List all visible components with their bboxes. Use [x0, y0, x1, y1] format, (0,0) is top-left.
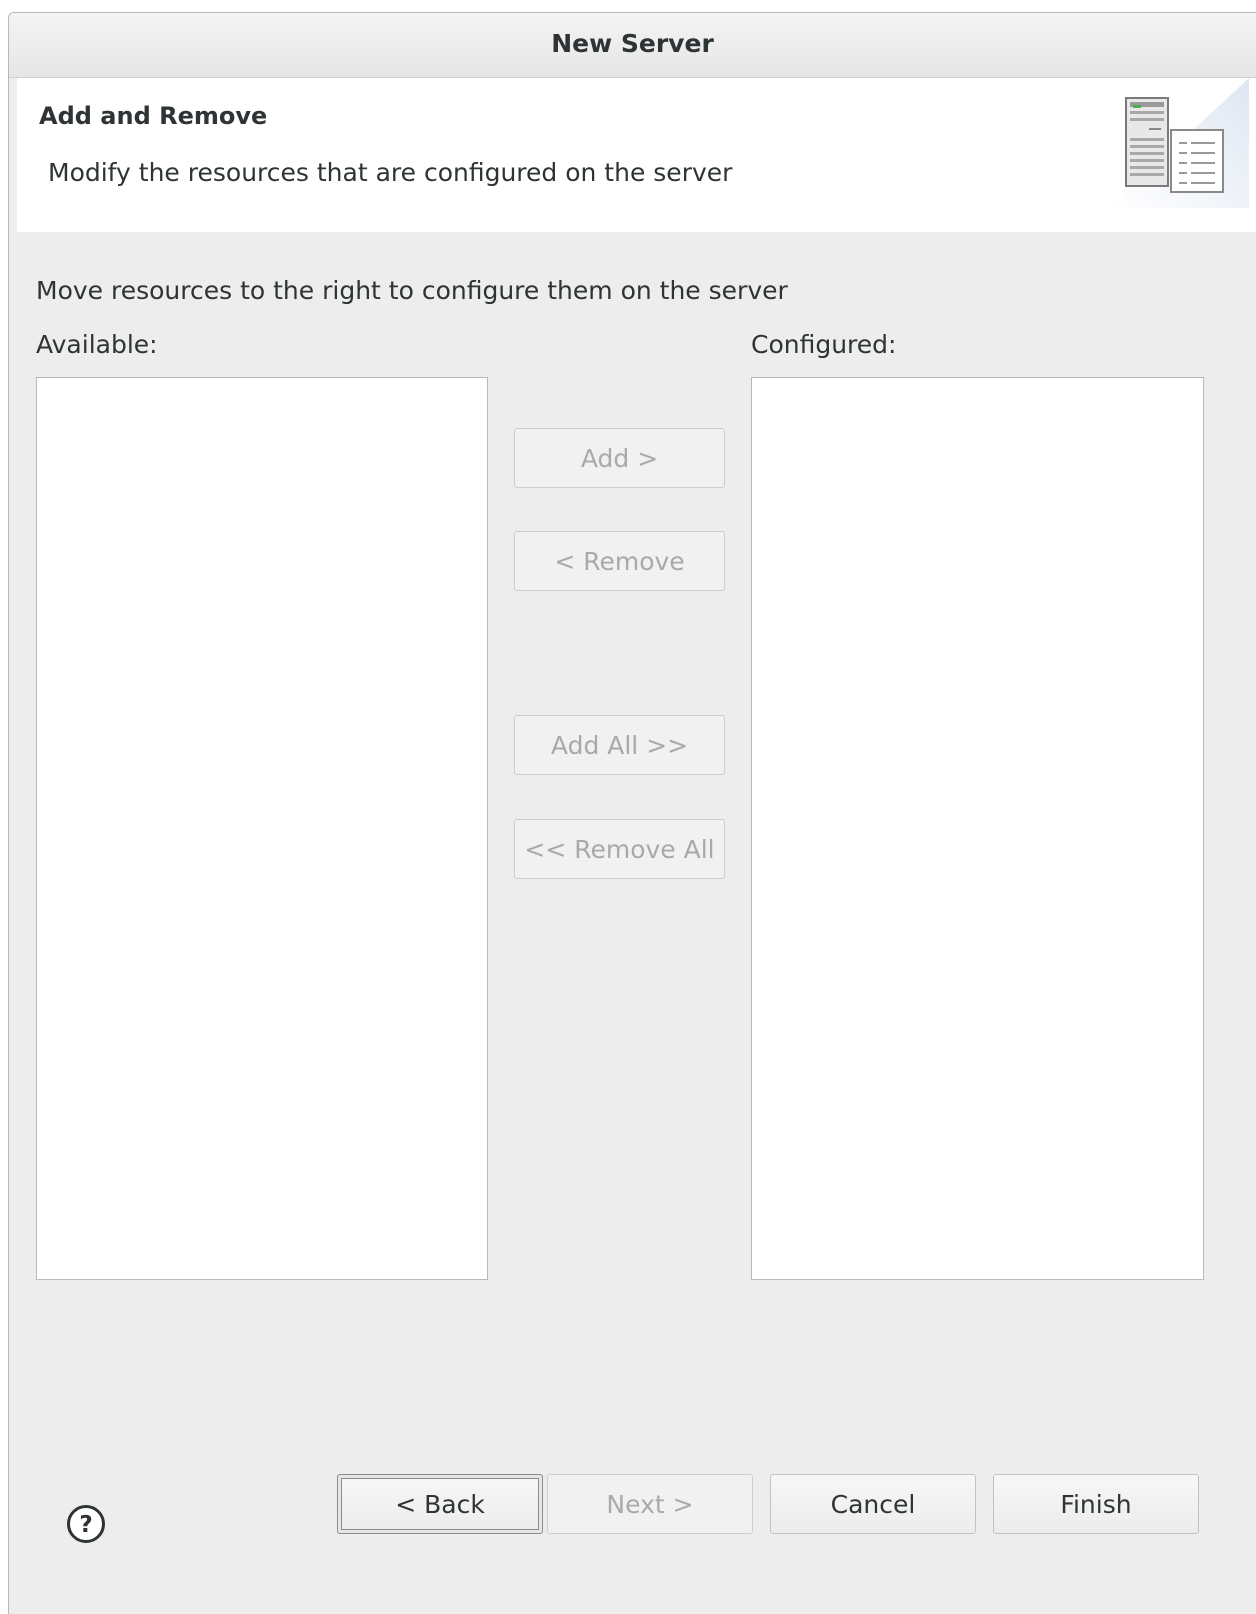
add-button[interactable]: Add >: [514, 428, 725, 488]
available-list[interactable]: [36, 377, 488, 1280]
add-all-button[interactable]: Add All >>: [514, 715, 725, 775]
configured-list[interactable]: [751, 377, 1204, 1280]
new-server-dialog: New Server Add and Remove Modify the res…: [8, 12, 1256, 1614]
server-icon: [1109, 78, 1249, 208]
remove-button[interactable]: < Remove: [514, 531, 725, 591]
finish-button[interactable]: Finish: [993, 1474, 1199, 1534]
window-title: New Server: [9, 13, 1256, 78]
wizard-banner: Add and Remove Modify the resources that…: [17, 78, 1256, 232]
svg-text:?: ?: [79, 1512, 92, 1538]
help-icon[interactable]: ?: [66, 1504, 106, 1544]
configured-label: Configured:: [751, 330, 897, 359]
instruction-text: Move resources to the right to configure…: [36, 276, 788, 305]
cancel-button[interactable]: Cancel: [770, 1474, 976, 1534]
page-description: Modify the resources that are configured…: [48, 158, 733, 187]
available-label: Available:: [36, 330, 158, 359]
next-button[interactable]: Next >: [547, 1474, 753, 1534]
back-button[interactable]: < Back: [337, 1474, 543, 1534]
remove-all-button[interactable]: << Remove All: [514, 819, 725, 879]
page-title: Add and Remove: [39, 102, 268, 130]
